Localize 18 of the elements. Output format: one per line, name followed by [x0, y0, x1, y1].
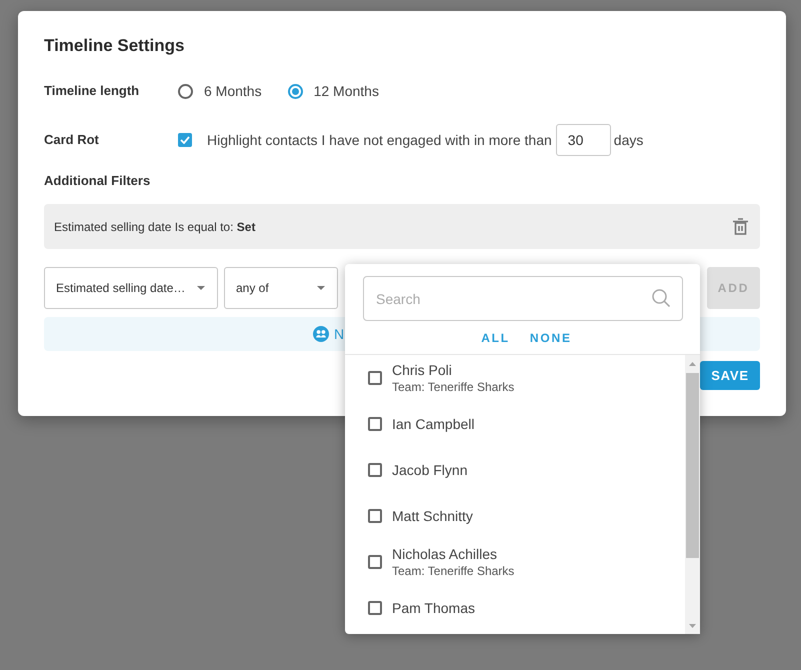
- section-label: Additional Filters: [44, 172, 150, 190]
- field-label: Timeline length: [44, 83, 140, 98]
- radio-label: 12 Months: [314, 82, 379, 100]
- option-name: Nicholas Achilles: [392, 545, 498, 563]
- checkbox-label: Highlight contacts I have not engaged with in more than: [207, 130, 552, 150]
- field-label: Card Rot: [44, 132, 99, 147]
- option-subtitle: Team: Teneriffe Sharks: [392, 379, 514, 395]
- option-name: Ian Campbell: [392, 415, 474, 433]
- option-name: Matt Schnitty: [392, 507, 473, 525]
- filter-text: Estimated selling date Is equal to: Set: [54, 218, 256, 236]
- option-name: Pam Thomas: [392, 599, 475, 617]
- option-subtitle: Team: Teneriffe Sharks: [392, 563, 514, 579]
- dialog-title: Timeline Settings: [44, 36, 184, 56]
- radio-label: 6 Months: [204, 82, 262, 100]
- banner-text: N: [334, 324, 344, 344]
- option-name: Chris Poli: [392, 361, 453, 379]
- unit-label: days: [614, 130, 644, 150]
- option-name: Jacob Flynn: [392, 461, 468, 479]
